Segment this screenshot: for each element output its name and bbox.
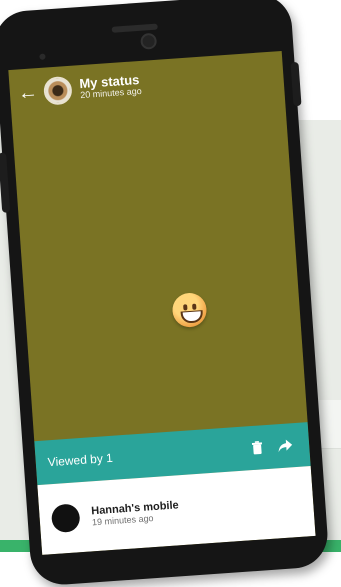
proximity-sensor xyxy=(39,53,46,60)
emoji-eye-left xyxy=(183,304,188,311)
share-icon[interactable] xyxy=(270,431,300,461)
status-header: ← My status 20 minutes ago xyxy=(8,51,285,118)
status-time: 20 minutes ago xyxy=(79,86,143,101)
front-camera xyxy=(140,32,158,50)
speaker-grille xyxy=(111,23,158,33)
avatar[interactable] xyxy=(42,75,73,106)
back-arrow-icon[interactable]: ← xyxy=(15,80,41,106)
volume-button xyxy=(0,152,11,213)
delete-icon[interactable] xyxy=(242,433,272,463)
status-header-text: My status 20 minutes ago xyxy=(79,72,143,101)
viewer-avatar xyxy=(50,503,81,534)
viewer-text: Hannah's mobile 19 minutes ago xyxy=(91,499,180,528)
status-screen: ← My status 20 minutes ago Viewed by 1 H… xyxy=(8,51,316,555)
grinning-face-icon xyxy=(171,291,208,329)
viewed-count-label: Viewed by 1 xyxy=(47,450,114,470)
emoji-mouth xyxy=(180,310,204,324)
power-button xyxy=(290,61,302,107)
emoji-eye-right xyxy=(192,303,197,310)
phone-frame: ← My status 20 minutes ago Viewed by 1 H… xyxy=(0,0,330,587)
